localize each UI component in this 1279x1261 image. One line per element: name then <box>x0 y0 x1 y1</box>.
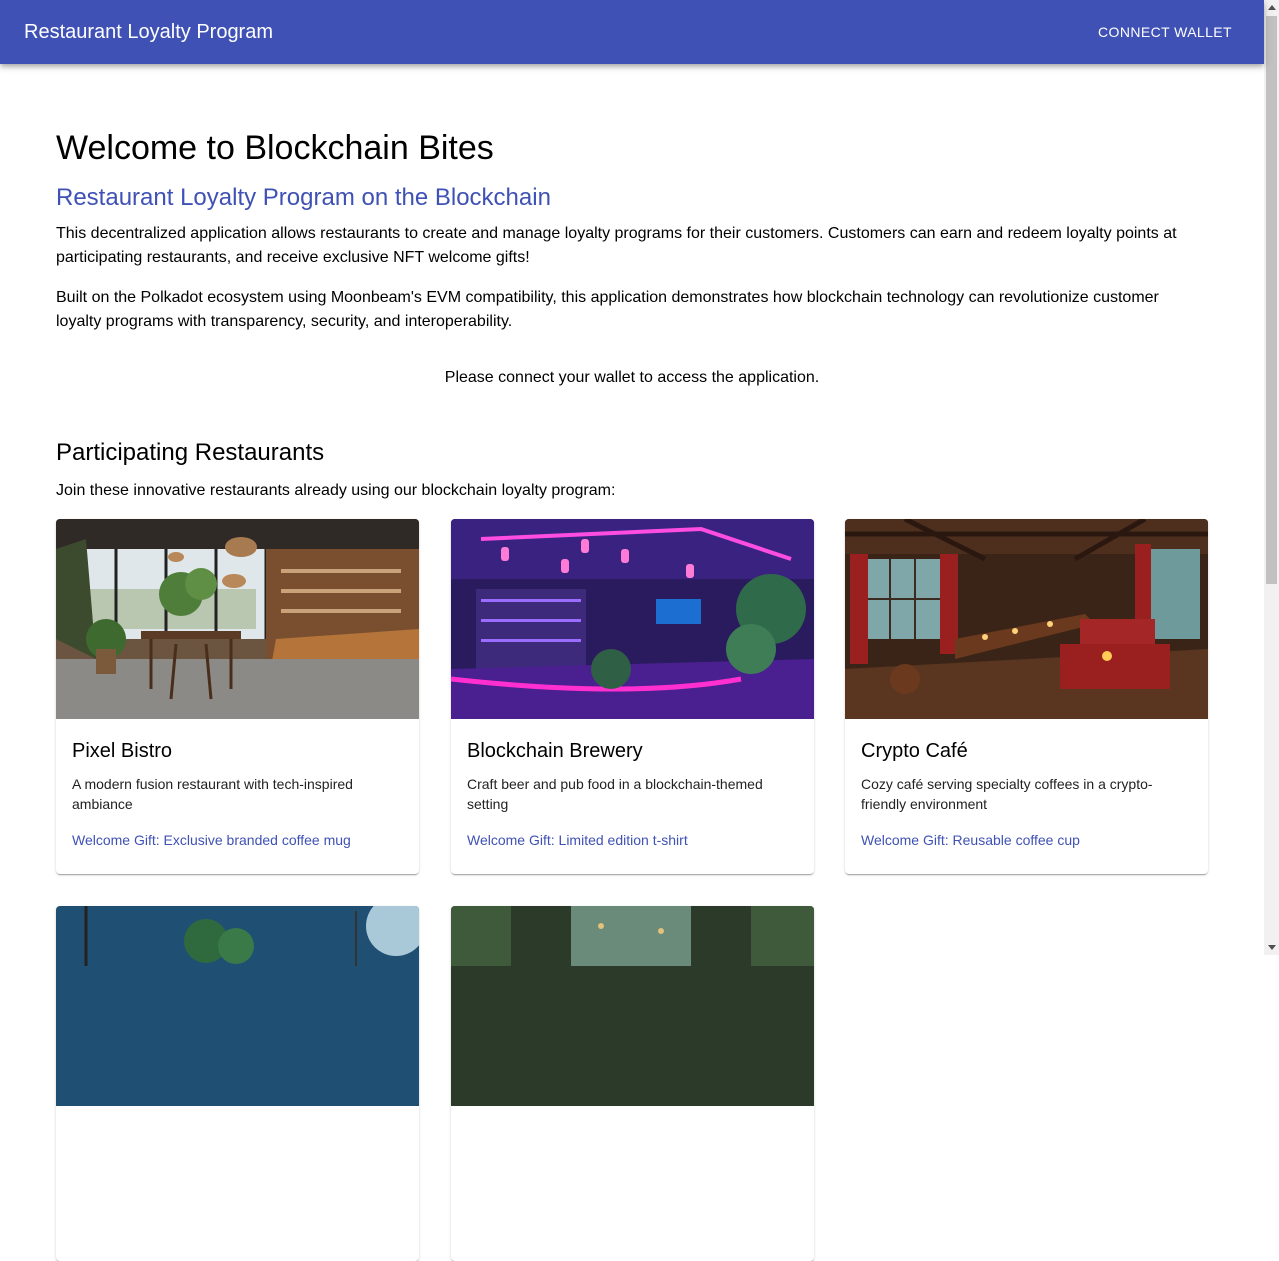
restaurant-image-pixel-bistro <box>56 519 419 719</box>
restaurant-welcome-gift: Welcome Gift: Exclusive branded coffee m… <box>72 832 351 848</box>
restaurant-card[interactable]: Blockchain Brewery Craft beer and pub fo… <box>451 519 814 874</box>
vertical-scrollbar[interactable] <box>1264 0 1279 955</box>
restaurant-description: Cozy café serving specialty coffees in a… <box>861 776 1153 812</box>
restaurant-description: Craft beer and pub food in a blockchain-… <box>467 776 763 812</box>
page-subtitle: Restaurant Loyalty Program on the Blockc… <box>56 184 551 211</box>
restaurant-card[interactable] <box>56 906 419 1261</box>
restaurant-card[interactable]: Crypto Café Cozy café serving specialty … <box>845 519 1208 874</box>
restaurant-name: Pixel Bistro <box>72 740 173 762</box>
restaurant-card[interactable]: Pixel Bistro A modern fusion restaurant … <box>56 519 419 874</box>
restaurant-image-blockchain-brewery <box>451 519 814 719</box>
restaurant-image <box>56 906 419 1106</box>
app-title: Restaurant Loyalty Program <box>24 21 274 43</box>
page-title: Welcome to Blockchain Bites <box>56 129 494 167</box>
intro-paragraph-2: Built on the Polkadot ecosystem using Mo… <box>56 289 1159 330</box>
connect-notice: Please connect your wallet to access the… <box>444 369 820 386</box>
restaurant-name: Crypto Café <box>861 740 968 762</box>
restaurant-image-crypto-cafe <box>845 519 1208 719</box>
scrollbar-thumb[interactable] <box>1266 16 1277 584</box>
restaurants-intro: Join these innovative restaurants alread… <box>56 482 616 499</box>
restaurants-heading: Participating Restaurants <box>56 439 325 466</box>
restaurant-image <box>451 906 814 1106</box>
restaurant-description: A modern fusion restaurant with tech-ins… <box>72 776 353 812</box>
scroll-down-arrow-icon[interactable] <box>1264 940 1279 955</box>
scroll-up-arrow-icon[interactable] <box>1264 0 1279 15</box>
restaurant-welcome-gift: Welcome Gift: Reusable coffee cup <box>861 832 1080 848</box>
app-bar: Restaurant Loyalty Program CONNECT WALLE… <box>0 0 1264 64</box>
intro-paragraph-1: This decentralized application allows re… <box>56 225 1177 266</box>
restaurant-name: Blockchain Brewery <box>467 740 643 762</box>
restaurant-welcome-gift: Welcome Gift: Limited edition t-shirt <box>467 832 688 848</box>
connect-wallet-button[interactable]: CONNECT WALLET <box>1090 14 1240 50</box>
restaurant-card[interactable] <box>451 906 814 1261</box>
